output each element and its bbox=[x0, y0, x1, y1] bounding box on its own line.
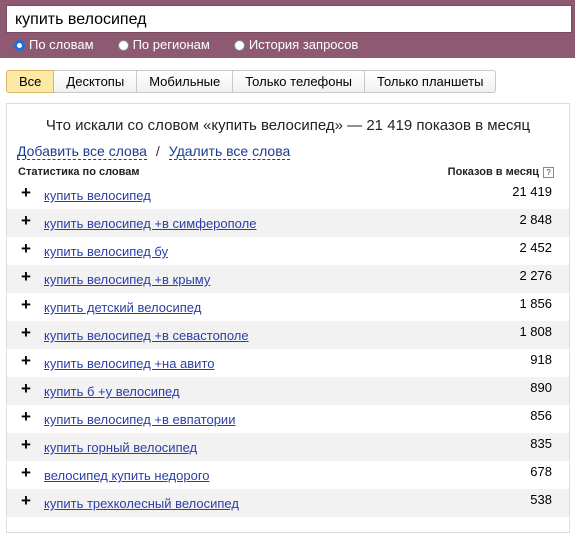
table-row: + велосипед купить недорого 678 bbox=[7, 461, 569, 489]
add-phrase-icon[interactable]: + bbox=[21, 268, 31, 285]
radio-label: По регионам bbox=[132, 37, 210, 52]
search-query[interactable]: купить велосипед bbox=[15, 10, 146, 30]
impressions-count: 2 452 bbox=[519, 240, 552, 255]
column-header-phrase: Статистика по словам bbox=[18, 166, 140, 178]
phrase-link[interactable]: купить велосипед +в севастополе bbox=[44, 328, 249, 344]
table-row: + купить велосипед +в евпатории 856 bbox=[7, 405, 569, 433]
tab-desktops[interactable]: Десктопы bbox=[54, 70, 138, 93]
radio-label: По словам bbox=[29, 37, 94, 52]
table-row: + купить велосипед +в симферополе 2 848 bbox=[7, 209, 569, 237]
add-phrase-icon[interactable]: + bbox=[21, 436, 31, 453]
impressions-count: 21 419 bbox=[512, 184, 552, 199]
radio-button-checked-icon[interactable] bbox=[14, 39, 25, 51]
impressions-count: 538 bbox=[530, 492, 552, 507]
actions-separator: / bbox=[155, 143, 160, 159]
add-phrase-icon[interactable]: + bbox=[21, 212, 31, 229]
phrase-link[interactable]: купить горный велосипед bbox=[44, 440, 197, 456]
add-phrase-icon[interactable]: + bbox=[21, 184, 31, 201]
add-all-words-link[interactable]: Добавить все слова bbox=[17, 143, 147, 160]
add-phrase-icon[interactable]: + bbox=[21, 240, 31, 257]
bulk-actions: Добавить все слова / Удалить все слова bbox=[17, 142, 291, 160]
tab-mobile[interactable]: Мобильные bbox=[137, 70, 234, 93]
phrase-link[interactable]: купить велосипед +в симферополе bbox=[44, 216, 256, 232]
add-phrase-icon[interactable]: + bbox=[21, 464, 31, 481]
column-header-count-wrap: Показов в месяц ? bbox=[448, 164, 554, 180]
radio-button-icon[interactable] bbox=[117, 39, 129, 51]
add-phrase-icon[interactable]: + bbox=[21, 296, 31, 313]
phrase-link[interactable]: купить велосипед бу bbox=[44, 244, 168, 260]
phrase-link[interactable]: купить детский велосипед bbox=[44, 300, 201, 316]
table-row: + купить детский велосипед 1 856 bbox=[7, 293, 569, 321]
phrase-link[interactable]: купить велосипед +в крыму bbox=[44, 272, 210, 288]
radio-by-regions[interactable]: По регионам bbox=[117, 37, 210, 53]
tab-tablets-only[interactable]: Только планшеты bbox=[365, 70, 497, 93]
phrase-link[interactable]: купить велосипед bbox=[44, 188, 151, 204]
stats-summary: Что искали со словом «купить велосипед» … bbox=[45, 117, 531, 134]
radio-by-words[interactable]: По словам bbox=[14, 37, 94, 53]
phrase-link[interactable]: купить трехколесный велосипед bbox=[44, 496, 239, 512]
table-row: + купить б +у велосипед 890 bbox=[7, 377, 569, 405]
impressions-count: 835 bbox=[530, 436, 552, 451]
table-row: + купить велосипед +на авито 918 bbox=[7, 349, 569, 377]
help-icon[interactable]: ? bbox=[543, 166, 554, 178]
remove-all-words-link[interactable]: Удалить все слова bbox=[168, 143, 291, 160]
device-tabs: Все Десктопы Мобильные Только телефоны Т… bbox=[6, 70, 497, 93]
add-phrase-icon[interactable]: + bbox=[21, 408, 31, 425]
table-row: + купить велосипед +в севастополе 1 808 bbox=[7, 321, 569, 349]
phrase-link[interactable]: купить велосипед +на авито bbox=[44, 356, 215, 372]
search-mode-radios: По словам По регионам История запросов bbox=[14, 37, 382, 53]
phrase-link[interactable]: купить б +у велосипед bbox=[44, 384, 180, 400]
word-stats-panel: Что искали со словом «купить велосипед» … bbox=[6, 103, 570, 533]
radio-label: История запросов bbox=[248, 37, 359, 52]
impressions-count: 2 848 bbox=[519, 212, 552, 227]
table-row: + купить горный велосипед 835 bbox=[7, 433, 569, 461]
table-row: + купить велосипед бу 2 452 bbox=[7, 237, 569, 265]
add-phrase-icon[interactable]: + bbox=[21, 380, 31, 397]
radio-button-icon[interactable] bbox=[233, 39, 245, 51]
stats-table: + купить велосипед 21 419 + купить велос… bbox=[7, 181, 569, 517]
phrase-link[interactable]: купить велосипед +в евпатории bbox=[44, 412, 235, 428]
tab-all[interactable]: Все bbox=[6, 70, 55, 93]
add-phrase-icon[interactable]: + bbox=[21, 352, 31, 369]
impressions-count: 856 bbox=[530, 408, 552, 423]
impressions-count: 1 808 bbox=[519, 324, 552, 339]
impressions-count: 890 bbox=[530, 380, 552, 395]
tab-phones-only[interactable]: Только телефоны bbox=[233, 70, 366, 93]
search-input[interactable]: купить велосипед bbox=[6, 5, 572, 33]
phrase-link[interactable]: велосипед купить недорого bbox=[44, 468, 210, 484]
search-header: купить велосипед По словам По регионам И… bbox=[0, 0, 575, 58]
add-phrase-icon[interactable]: + bbox=[21, 324, 31, 341]
table-row: + купить велосипед +в крыму 2 276 bbox=[7, 265, 569, 293]
table-row: + купить трехколесный велосипед 538 bbox=[7, 489, 569, 517]
radio-query-history[interactable]: История запросов bbox=[233, 37, 359, 53]
table-row: + купить велосипед 21 419 bbox=[7, 181, 569, 209]
impressions-count: 1 856 bbox=[519, 296, 552, 311]
impressions-count: 918 bbox=[530, 352, 552, 367]
column-header-count: Показов в месяц bbox=[447, 166, 539, 178]
impressions-count: 678 bbox=[530, 464, 552, 479]
impressions-count: 2 276 bbox=[519, 268, 552, 283]
add-phrase-icon[interactable]: + bbox=[21, 492, 31, 509]
